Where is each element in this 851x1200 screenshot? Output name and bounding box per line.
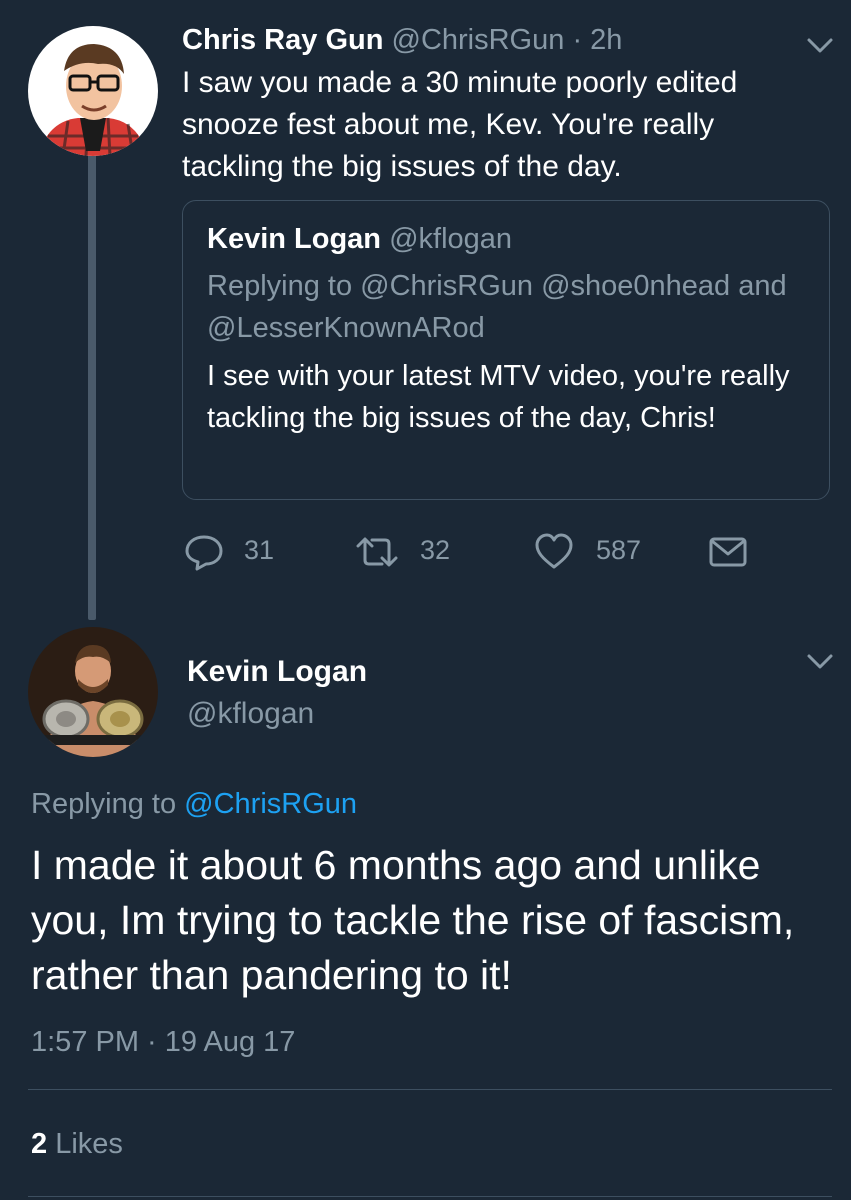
retweet-count: 32: [420, 535, 451, 565]
reply-author-handle[interactable]: @kflogan: [187, 694, 314, 734]
parent-tweet-header: Chris Ray Gun @ChrisRGun · 2h: [182, 22, 622, 58]
replying-to-handle-link[interactable]: @ChrisRGun: [184, 788, 357, 820]
divider: [28, 1089, 832, 1090]
header-separator: ·: [572, 24, 583, 56]
likes-summary[interactable]: 2 Likes: [31, 1124, 123, 1164]
quoted-replying-to: Replying to @ChrisRGun @shoe0nhead and @…: [207, 270, 787, 344]
thread-connector-line: [88, 150, 96, 620]
retweet-icon[interactable]: [354, 532, 398, 572]
parent-author-name[interactable]: Chris Ray Gun: [182, 24, 383, 56]
parent-tweet-text: I saw you made a 30 minute poorly edited…: [182, 66, 738, 183]
parent-author-handle[interactable]: @ChrisRGun: [392, 24, 565, 56]
heart-icon[interactable]: [534, 532, 574, 572]
reply-count: 31: [244, 535, 275, 565]
kevin-logan-avatar[interactable]: [28, 627, 158, 757]
divider: [28, 1196, 832, 1197]
likes-label: Likes: [55, 1128, 123, 1160]
likes-count: 2: [31, 1128, 48, 1160]
quoted-author-handle: @kflogan: [389, 223, 513, 255]
reply-icon[interactable]: [184, 532, 224, 572]
quoted-author-name: Kevin Logan: [207, 223, 382, 255]
replying-to-line: Replying to @ChrisRGun: [31, 784, 357, 824]
like-count: 587: [596, 535, 642, 565]
chris-ray-gun-avatar[interactable]: [28, 26, 158, 156]
replying-to-label: Replying to: [31, 788, 177, 820]
envelope-icon[interactable]: [708, 532, 748, 572]
chevron-down-icon[interactable]: [805, 36, 835, 56]
quoted-tweet-card[interactable]: Kevin Logan @kflogan Replying to @ChrisR…: [182, 200, 830, 500]
parent-tweet-time[interactable]: 2h: [590, 24, 622, 56]
quoted-tweet-header: Kevin Logan @kflogan: [207, 221, 512, 257]
chevron-down-icon[interactable]: [805, 652, 835, 672]
reply-author-name[interactable]: Kevin Logan: [187, 652, 367, 692]
reply-tweet-text: I made it about 6 months ago and unlike …: [31, 842, 795, 998]
reply-timestamp[interactable]: 1:57 PM · 19 Aug 17: [31, 1022, 295, 1062]
quoted-tweet-text: I see with your latest MTV video, you're…: [207, 360, 790, 434]
